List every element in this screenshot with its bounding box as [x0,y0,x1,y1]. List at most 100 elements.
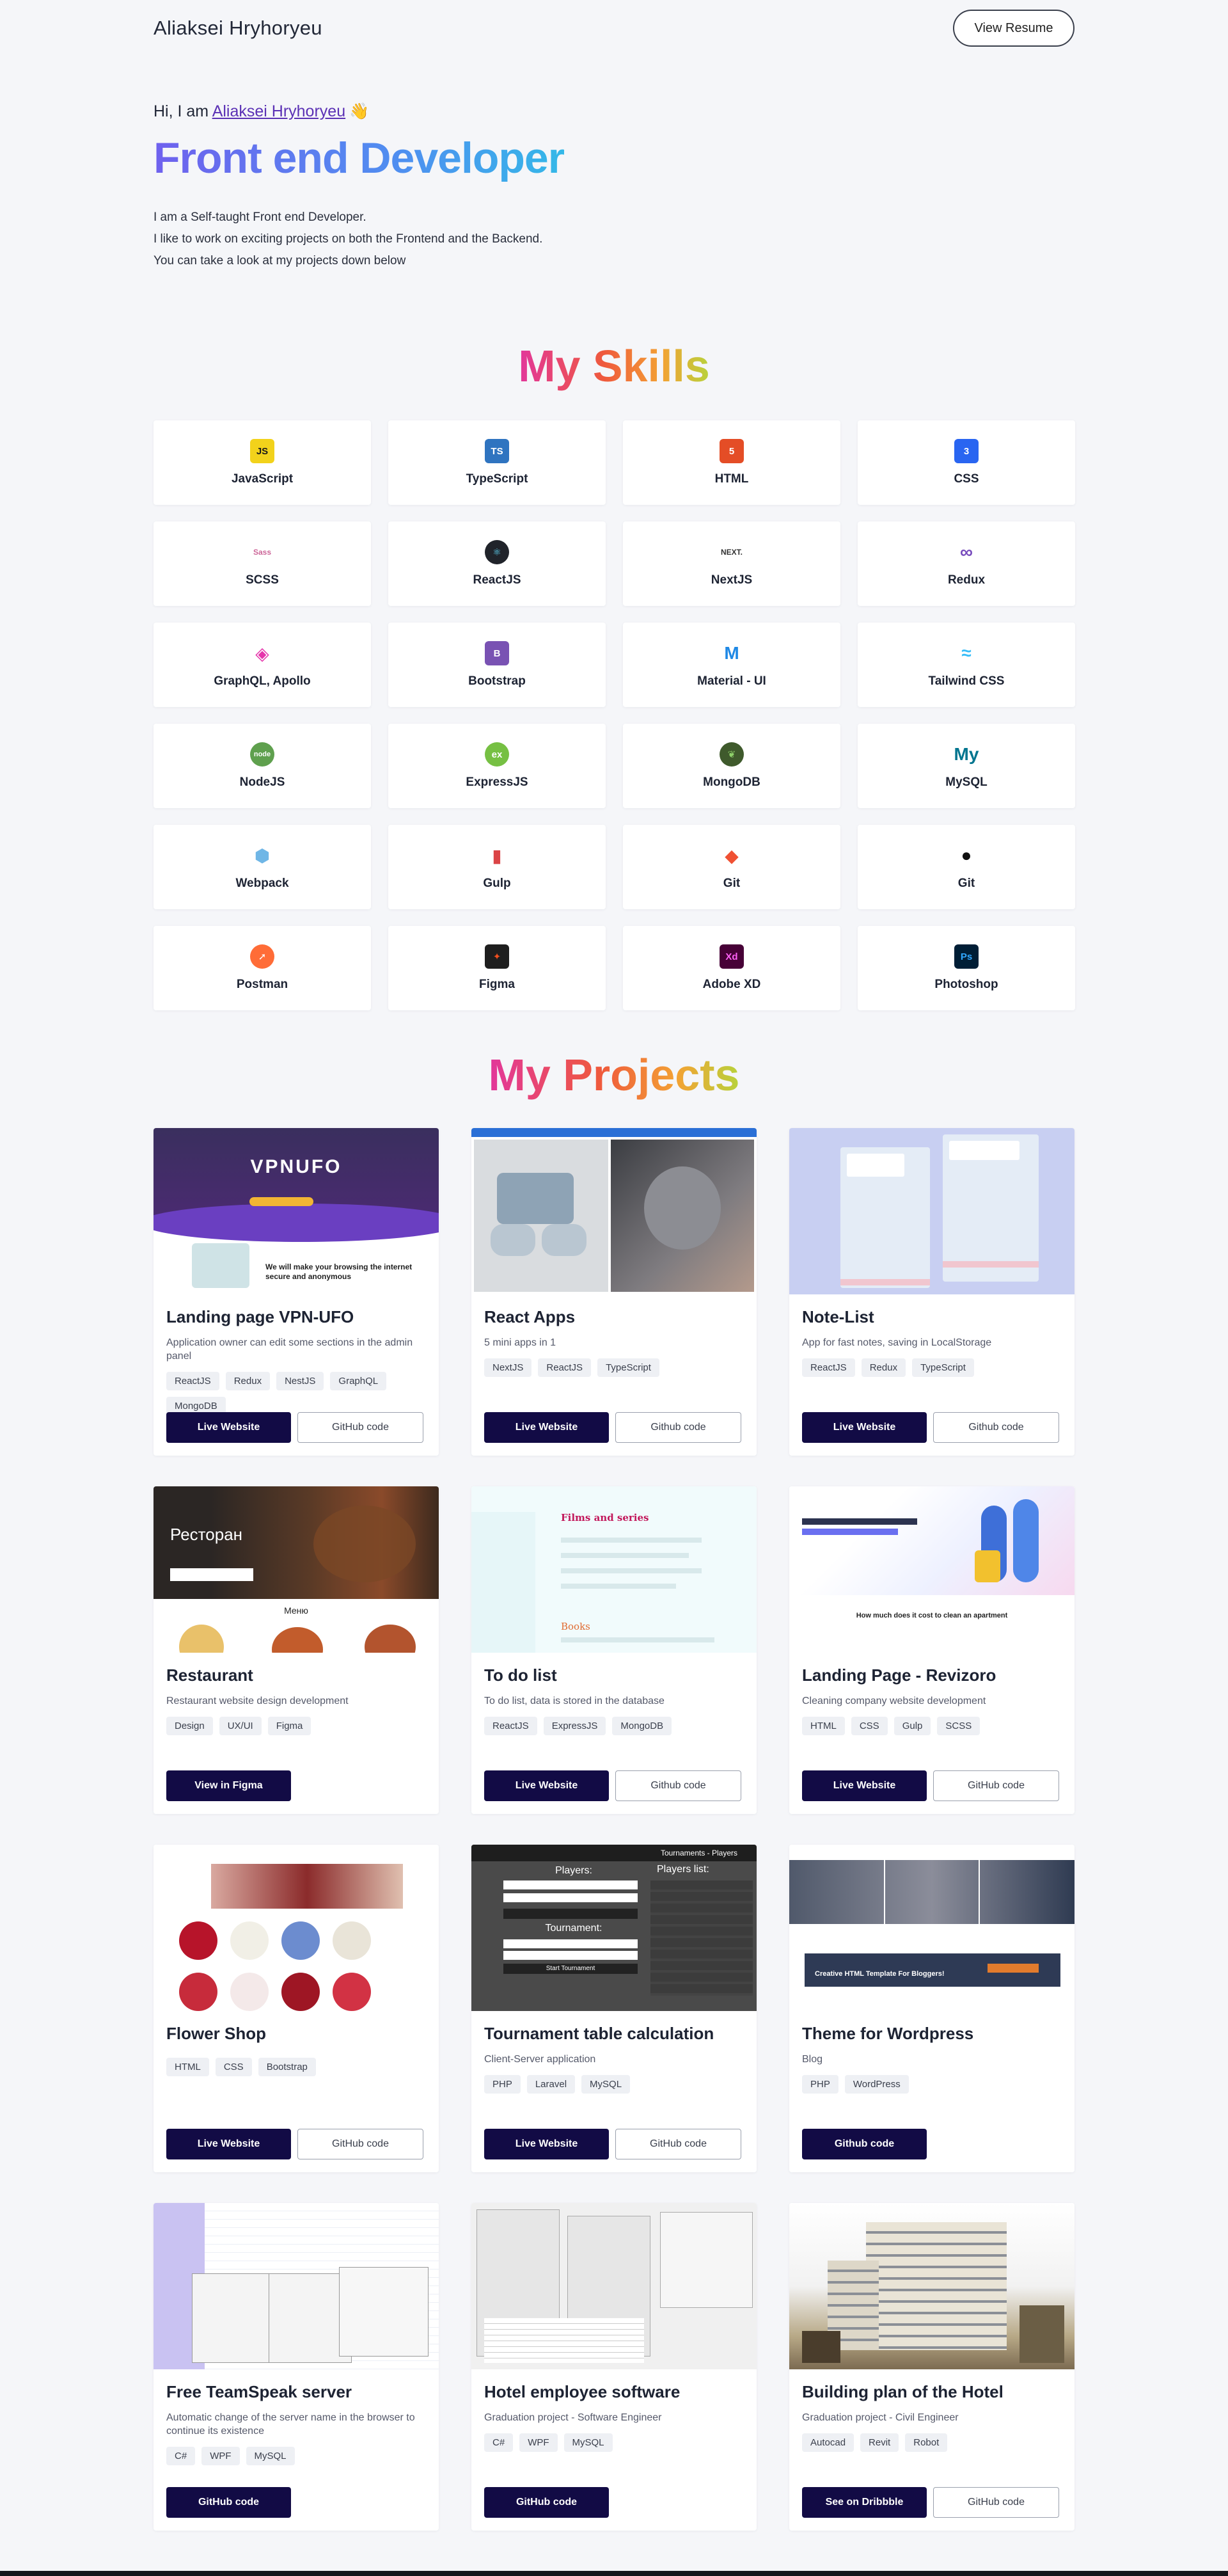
skill-label: Tailwind CSS [928,674,1005,688]
project-title: Free TeamSpeak server [166,2382,352,2401]
project-card: Tournaments - Players Players: Players l… [471,1845,757,2172]
project-body: Building plan of the Hotel Graduation pr… [789,2369,1074,2452]
project-tags: C# WPF MySQL [484,2433,744,2452]
project-title: Theme for Wordpress [802,2024,974,2043]
project-body: To do list To do list, data is stored in… [471,1653,757,1735]
project-primary-button[interactable]: Live Website [802,1770,927,1801]
thumb-heading: Films and series [561,1512,649,1523]
project-primary-button[interactable]: Live Website [484,1412,609,1443]
project-title: Restaurant [166,1666,253,1685]
project-body: Note-List App for fast notes, saving in … [789,1294,1074,1377]
project-description: Graduation project - Civil Engineer [802,2412,959,2423]
tailwind-icon: ≈ [954,641,979,665]
hero-section: Hi, I am Aliaksei Hryhoryeu 👋 Front end D… [154,102,1074,272]
site-logo[interactable]: Aliaksei Hryhoryeu [154,17,322,40]
project-github-button[interactable]: Github code [933,1412,1059,1443]
skill-card: ≈ Tailwind CSS [858,623,1075,707]
skill-label: ExpressJS [466,775,528,789]
tech-tag: PHP [484,2075,521,2094]
project-github-button[interactable]: GitHub code [297,2129,423,2159]
thumb-caption: Меню [284,1605,308,1616]
project-actions: GitHub code [166,2487,291,2518]
project-card: Hotel employee software Graduation proje… [471,2203,757,2531]
project-primary-button[interactable]: Live Website [166,1412,291,1443]
project-title: Flower Shop [166,2024,266,2043]
page: Aliaksei Hryhoryeu View Resume Hi, I am … [154,0,1075,2531]
skill-card: ➚ Postman [154,926,371,1010]
project-body: Flower Shop HTML CSS Bootstrap [154,2011,439,2076]
project-primary-button[interactable]: Live Website [484,1770,609,1801]
redux-icon: ∞ [954,540,979,564]
thumb-label: Players: [555,1865,592,1876]
project-primary-button[interactable]: Live Website [166,2129,291,2159]
skill-label: Photoshop [934,978,998,991]
thumb-caption: Creative HTML Template For Bloggers! [815,1970,945,1978]
project-primary-button[interactable]: Github code [802,2129,927,2159]
tech-tag: ReactJS [538,1358,592,1377]
intro-line: I like to work on exciting projects on b… [154,232,543,246]
skill-card: ✦ Figma [388,926,606,1010]
project-thumbnail [154,1845,439,2011]
postman-icon: ➚ [250,944,274,969]
project-primary-button[interactable]: View in Figma [166,1770,291,1801]
tech-tag: ReactJS [484,1717,537,1735]
project-actions: View in Figma [166,1770,291,1801]
project-tags: HTML CSS Gulp SCSS [802,1717,1062,1735]
project-github-button[interactable]: GitHub code [615,2129,741,2159]
tech-tag: TypeScript [912,1358,974,1377]
tech-tag: Revit [860,2433,899,2452]
waving-hand-icon: 👋 [349,102,370,120]
project-description: Cleaning company website development [802,1696,986,1706]
view-resume-button[interactable]: View Resume [953,10,1074,47]
project-description: Client-Server application [484,2054,596,2065]
project-primary-button[interactable]: See on Dribbble [802,2487,927,2518]
project-primary-button[interactable]: GitHub code [484,2487,609,2518]
skill-label: TypeScript [466,472,528,486]
skill-card: 5 HTML [623,420,840,505]
skill-label: Git [723,877,741,890]
skill-card: ∞ Redux [858,521,1075,606]
project-primary-button[interactable]: Live Website [484,2129,609,2159]
author-name-link[interactable]: Aliaksei Hryhoryeu [212,102,345,120]
intro-line: You can take a look at my projects down … [154,254,406,267]
project-primary-button[interactable]: GitHub code [166,2487,291,2518]
project-actions: Live Website Github code [484,1412,741,1443]
tech-tag: Redux [225,1372,271,1390]
tech-tag: C# [484,2433,514,2452]
tech-tag: HTML [166,2058,209,2076]
project-tags: ReactJS ExpressJS MongoDB [484,1717,744,1735]
project-github-button[interactable]: Github code [615,1412,741,1443]
tech-tag: NextJS [484,1358,532,1377]
project-github-button[interactable]: GitHub code [933,1770,1059,1801]
skill-card: 3 CSS [858,420,1075,505]
thumb-caption: How much does it cost to clean an apartm… [856,1612,1008,1619]
project-actions: Live Website GitHub code [166,2129,423,2159]
project-title: Landing Page - Revizoro [802,1666,996,1685]
skill-label: Postman [236,978,288,991]
thumb-label: Tournament: [545,1923,602,1934]
skill-label: ReactJS [473,573,521,587]
project-card: How much does it cost to clean an apartm… [789,1486,1074,1814]
skill-label: Gulp [483,877,511,890]
tech-tag: MySQL [581,2075,631,2094]
tech-tag: ExpressJS [543,1717,606,1735]
skill-card: TS TypeScript [388,420,606,505]
project-title: React Apps [484,1307,576,1326]
project-description: Blog [802,2054,823,2065]
project-body: Tournament table calculation Client-Serv… [471,2011,757,2094]
thumb-caption: We will make your browsing the internet … [265,1262,413,1281]
project-primary-button[interactable]: Live Website [802,1412,927,1443]
project-tags: ReactJS Redux NestJS GraphQL MongoDB [166,1372,426,1415]
project-github-button[interactable]: GitHub code [297,1412,423,1443]
project-github-button[interactable]: GitHub code [933,2487,1059,2518]
photoshop-icon: Ps [954,944,979,969]
project-body: Landing Page - Revizoro Cleaning company… [789,1653,1074,1735]
project-tags: PHP WordPress [802,2075,1062,2094]
project-thumbnail [471,2203,757,2369]
skill-label: Material - UI [697,674,766,688]
project-github-button[interactable]: Github code [615,1770,741,1801]
gulp-icon: ▮ [485,843,509,868]
project-thumbnail: Creative HTML Template For Bloggers! [789,1845,1074,2011]
skill-card: ❦ MongoDB [623,724,840,808]
skill-label: HTML [714,472,749,486]
